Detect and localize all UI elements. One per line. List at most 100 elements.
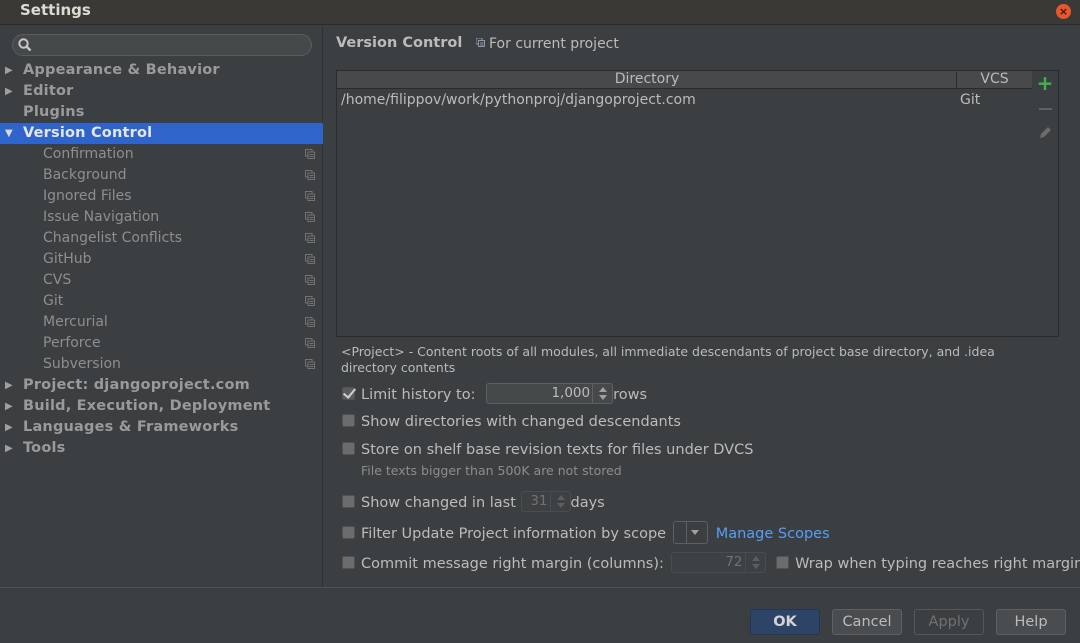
collapsed-arrow-icon[interactable]: ▶ xyxy=(5,375,13,396)
tree-item-label: Mercurial xyxy=(43,314,108,330)
store-shelf-checkbox[interactable] xyxy=(342,442,355,455)
remove-icon[interactable] xyxy=(1032,97,1058,121)
tree-item-subversion[interactable]: Subversion xyxy=(0,354,323,375)
tree-item-label: Editor xyxy=(23,83,74,99)
show-changed-option: Show changed in last 31 days xyxy=(342,491,605,512)
commit-margin-label: Commit message right margin (columns): xyxy=(361,556,664,572)
vcs-mappings-table[interactable]: Directory VCS /home/filippov/work/python… xyxy=(336,70,1033,337)
dialog-footer: OK Cancel Apply Help xyxy=(0,587,1080,643)
help-button[interactable]: Help xyxy=(996,609,1066,635)
ok-button[interactable]: OK xyxy=(750,609,820,635)
limit-history-value[interactable]: 1,000 xyxy=(551,384,590,403)
tree-item-version-control[interactable]: ▼ Version Control xyxy=(0,123,323,144)
table-row[interactable]: /home/filippov/work/pythonproj/djangopro… xyxy=(337,89,1032,111)
tree-item-changelist-conflicts[interactable]: Changelist Conflicts xyxy=(0,228,323,249)
tree-item-plugins[interactable]: Plugins xyxy=(0,102,323,123)
chevron-down-icon xyxy=(690,530,699,535)
commit-margin-value[interactable]: 72 xyxy=(725,553,742,572)
collapsed-arrow-icon[interactable]: ▶ xyxy=(5,60,13,81)
tree-item-label: Ignored Files xyxy=(43,188,132,204)
limit-history-spinner[interactable]: 1,000 xyxy=(486,383,614,404)
tree-item-appearance-behavior[interactable]: ▶ Appearance & Behavior xyxy=(0,60,323,81)
tree-item-git[interactable]: Git xyxy=(0,291,323,312)
project-level-icon xyxy=(305,170,315,180)
add-icon[interactable]: + xyxy=(1032,71,1058,95)
limit-history-checkbox[interactable] xyxy=(342,387,355,400)
tree-item-label: Issue Navigation xyxy=(43,209,160,225)
filter-update-option: Filter Update Project information by sco… xyxy=(342,521,830,544)
tree-item-languages-frameworks[interactable]: ▶ Languages & Frameworks xyxy=(0,417,323,438)
tree-item-cvs[interactable]: CVS xyxy=(0,270,323,291)
tree-item-editor[interactable]: ▶ Editor xyxy=(0,81,323,102)
collapsed-arrow-icon[interactable]: ▶ xyxy=(5,396,13,417)
tree-item-label: Git xyxy=(43,293,64,309)
tree-item-ignored-files[interactable]: Ignored Files xyxy=(0,186,323,207)
search-input[interactable] xyxy=(12,34,312,56)
project-note: <Project> - Content roots of all modules… xyxy=(341,344,995,375)
cell-directory: /home/filippov/work/pythonproj/djangopro… xyxy=(341,92,696,108)
tree-item-tools[interactable]: ▶ Tools xyxy=(0,438,323,459)
filter-update-label: Filter Update Project information by sco… xyxy=(361,526,667,542)
show-changed-value[interactable]: 31 xyxy=(530,492,547,511)
manage-scopes-link[interactable]: Manage Scopes xyxy=(716,526,830,542)
rows-label: rows xyxy=(613,387,648,403)
cancel-button[interactable]: Cancel xyxy=(832,609,902,635)
expanded-arrow-icon[interactable]: ▼ xyxy=(5,123,13,144)
show-dirs-option: Show directories with changed descendant… xyxy=(342,412,681,432)
page-title: Version Control xyxy=(336,35,463,51)
limit-history-option: Limit history to: 1,000 rows xyxy=(342,383,648,404)
tree-item-label: CVS xyxy=(43,272,72,288)
tree-item-label: Confirmation xyxy=(43,146,134,162)
tree-item-project-djangoproject-com[interactable]: ▶ Project: djangoproject.com xyxy=(0,375,323,396)
show-dirs-label: Show directories with changed descendant… xyxy=(361,414,681,430)
scope-dropdown[interactable] xyxy=(672,521,708,544)
tree-item-background[interactable]: Background xyxy=(0,165,323,186)
scope-indicator: For current project xyxy=(476,36,619,52)
spinner-arrows[interactable] xyxy=(592,384,612,403)
project-level-icon xyxy=(305,233,315,243)
limit-history-label: Limit history to: xyxy=(361,387,476,403)
commit-margin-option: Commit message right margin (columns): 7… xyxy=(342,552,1080,573)
project-level-icon xyxy=(305,149,315,159)
tree-item-label: Subversion xyxy=(43,356,121,372)
column-directory[interactable]: Directory xyxy=(337,71,957,88)
tree-item-github[interactable]: GitHub xyxy=(0,249,323,270)
tree-item-mercurial[interactable]: Mercurial xyxy=(0,312,323,333)
project-level-icon xyxy=(305,338,315,348)
search-icon xyxy=(18,38,32,52)
commit-margin-checkbox[interactable] xyxy=(342,556,355,569)
window-title: Settings xyxy=(20,1,91,19)
collapsed-arrow-icon[interactable]: ▶ xyxy=(5,417,13,438)
filter-update-checkbox[interactable] xyxy=(342,526,355,539)
show-dirs-checkbox[interactable] xyxy=(342,414,355,427)
apply-button[interactable]: Apply xyxy=(914,609,984,635)
column-vcs[interactable]: VCS xyxy=(957,71,1032,88)
scope-label: For current project xyxy=(489,36,619,52)
tree-item-confirmation[interactable]: Confirmation xyxy=(0,144,323,165)
tree-item-label: Tools xyxy=(23,440,66,456)
tree-item-label: Perforce xyxy=(43,335,101,351)
show-changed-spinner[interactable]: 31 xyxy=(520,491,571,512)
tree-item-label: Languages & Frameworks xyxy=(23,419,239,435)
tree-item-label: Appearance & Behavior xyxy=(23,62,220,78)
spinner-arrows[interactable] xyxy=(744,553,765,572)
commit-margin-spinner[interactable]: 72 xyxy=(670,552,766,573)
wrap-typing-checkbox[interactable] xyxy=(776,556,790,569)
tree-item-label: Background xyxy=(43,167,127,183)
wrap-typing-label: Wrap when typing reaches right margin xyxy=(795,556,1080,572)
close-icon[interactable]: × xyxy=(1056,4,1071,19)
tree-item-perforce[interactable]: Perforce xyxy=(0,333,323,354)
settings-sidebar: ▶ Appearance & Behavior ▶ Editor Plugins ▼ Ver… xyxy=(0,26,323,587)
spinner-arrows[interactable] xyxy=(549,492,570,511)
edit-icon[interactable] xyxy=(1032,121,1058,145)
show-changed-checkbox[interactable] xyxy=(342,495,355,508)
store-shelf-hint: File texts bigger than 500K are not stor… xyxy=(361,463,622,478)
collapsed-arrow-icon[interactable]: ▶ xyxy=(5,438,13,459)
project-level-icon xyxy=(305,359,315,369)
project-level-icon xyxy=(305,275,315,285)
collapsed-arrow-icon[interactable]: ▶ xyxy=(5,81,13,102)
tree-item-issue-navigation[interactable]: Issue Navigation xyxy=(0,207,323,228)
store-shelf-label: Store on shelf base revision texts for f… xyxy=(361,442,754,458)
tree-item-build-execution-deployment[interactable]: ▶ Build, Execution, Deployment xyxy=(0,396,323,417)
project-level-icon xyxy=(305,212,315,222)
